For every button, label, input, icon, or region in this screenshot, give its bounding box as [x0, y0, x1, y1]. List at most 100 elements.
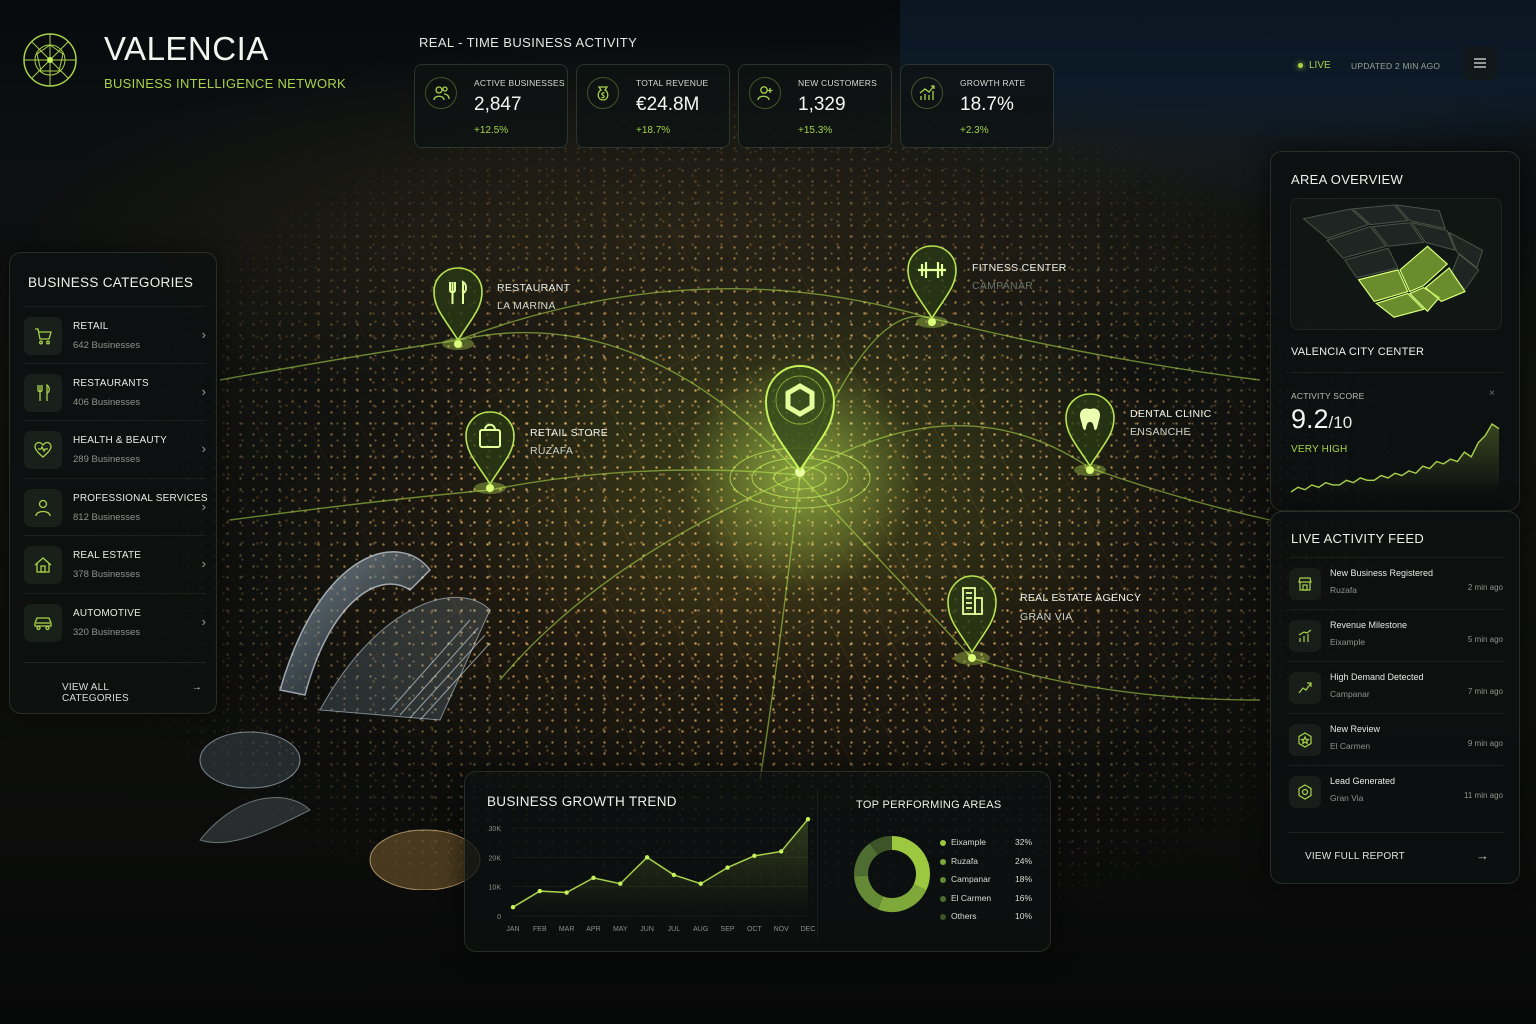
map-pin-central-hub[interactable] — [760, 360, 840, 480]
kpi-new-customers[interactable]: NEW CUSTOMERS 1,329 +15.3% — [738, 64, 892, 148]
data-point — [591, 875, 596, 881]
menu-button[interactable] — [1463, 46, 1497, 80]
top-areas-title: TOP PERFORMING AREAS — [856, 799, 1002, 811]
feed-item[interactable]: New Review El Carmen 9 min ago — [1289, 713, 1503, 765]
legend-value: 16% — [1014, 892, 1032, 903]
close-icon[interactable]: × — [1489, 388, 1495, 399]
kpi-total-revenue[interactable]: TOTAL REVENUE €24.8M +18.7% — [576, 64, 730, 148]
legend-value: 24% — [1014, 855, 1032, 866]
y-tick-label: 30K — [489, 826, 502, 833]
feed-item-time: 5 min ago — [1467, 635, 1503, 644]
category-count: 289 Businesses — [73, 454, 141, 465]
category-retail[interactable]: RETAIL 642 Businesses › — [24, 306, 206, 362]
chevron-right-icon: › — [201, 556, 206, 571]
pin-area: GRAN VIA — [1020, 611, 1073, 623]
categories-title: BUSINESS CATEGORIES — [28, 275, 194, 290]
legend-label: El Carmen — [951, 892, 992, 903]
pin-area: LA MARINA — [497, 300, 556, 312]
target-icon — [1289, 776, 1321, 808]
cart-icon — [24, 317, 62, 355]
businesses-icon — [425, 77, 457, 109]
donut-slice — [878, 883, 927, 912]
x-tick-label: APR — [586, 926, 600, 933]
view-all-label: VIEW ALL CATEGORIES — [62, 682, 129, 704]
business-growth-panel: BUSINESS GROWTH TREND 0 10K 20K 30K JAN FEB M… — [464, 771, 1051, 952]
x-tick-label: MAR — [559, 926, 575, 933]
legend-dot — [940, 877, 946, 883]
app-subtitle: BUSINESS INTELLIGENCE NETWORK — [104, 76, 347, 91]
kpi-label: TOTAL REVENUE — [636, 78, 709, 88]
kpi-delta: +12.5% — [474, 125, 509, 136]
category-automotive[interactable]: AUTOMOTIVE 320 Businesses › — [24, 593, 206, 649]
realtime-title: REAL - TIME BUSINESS ACTIVITY — [419, 35, 638, 50]
category-count: 320 Businesses — [73, 627, 141, 638]
pin-title: DENTAL CLINIC — [1130, 408, 1212, 420]
category-health-beauty[interactable]: HEALTH & BEAUTY 289 Businesses › — [24, 420, 206, 476]
feed-item[interactable]: High Demand Detected Campanar 7 min ago — [1289, 661, 1503, 713]
map-pin-fitness-center[interactable] — [904, 240, 960, 332]
map-pin-dental-clinic[interactable] — [1062, 388, 1118, 480]
divider — [1289, 832, 1503, 833]
category-real-estate[interactable]: REAL ESTATE 378 Businesses › — [24, 535, 206, 591]
category-professional-services[interactable]: PROFESSIONAL SERVICES 812 Businesses › — [24, 478, 208, 534]
kpi-active-businesses[interactable]: ACTIVE BUSINESSES 2,847 +12.5% — [414, 64, 568, 148]
x-tick-label: DEC — [801, 926, 816, 933]
feed-item-title: High Demand Detected — [1330, 672, 1424, 682]
data-point — [510, 905, 516, 910]
category-restaurants[interactable]: RESTAURANTS 406 Businesses › — [24, 363, 206, 419]
x-tick-label: JUL — [668, 926, 681, 933]
x-tick-label: SEP — [721, 926, 735, 933]
view-all-categories-link[interactable]: VIEW ALL CATEGORIES → — [62, 682, 202, 704]
legend-label: Others — [951, 911, 977, 921]
category-name: RESTAURANTS — [73, 378, 149, 389]
kpi-growth-rate[interactable]: GROWTH RATE 18.7% +2.3% — [900, 64, 1054, 148]
heart-icon — [24, 431, 62, 469]
growth-chart-title: BUSINESS GROWTH TREND — [487, 794, 677, 809]
pin-title: FITNESS CENTER — [972, 262, 1067, 274]
chevron-right-icon: › — [201, 384, 206, 399]
feed-item-title: New Business Registered — [1330, 568, 1434, 578]
feed-item-place: El Carmen — [1330, 741, 1371, 751]
legend-value: 32% — [1014, 837, 1032, 847]
kpi-label: GROWTH RATE — [960, 78, 1026, 88]
legend-dot — [940, 840, 946, 846]
feed-item[interactable]: Lead Generated Gran Via 11 min ago — [1289, 765, 1503, 817]
activity-level: VERY HIGH — [1291, 444, 1348, 455]
top-areas-donut-chart — [854, 836, 930, 912]
x-tick-label: OCT — [747, 926, 763, 933]
car-icon — [24, 604, 62, 642]
category-name: REAL ESTATE — [73, 550, 142, 561]
feed-item-time: 11 min ago — [1464, 791, 1503, 800]
map-pin-restaurant[interactable] — [430, 262, 486, 354]
data-point — [671, 872, 677, 878]
view-full-report-link[interactable]: VIEW FULL REPORT — [1305, 851, 1405, 862]
pin-area: RUZAFA — [530, 445, 574, 457]
feed-item-time: 7 min ago — [1467, 687, 1503, 696]
kpi-label: ACTIVE BUSINESSES — [474, 78, 565, 88]
category-count: 642 Businesses — [73, 340, 141, 351]
x-tick-label: JUN — [640, 926, 654, 933]
divider — [24, 662, 206, 663]
legend-item: Others 10% — [940, 911, 1032, 925]
store-icon — [1289, 568, 1321, 600]
growth-line-chart: 0 10K 20K 30K JAN FEB MAR APR MAY JUN JUL AUG SEP OC… — [489, 817, 816, 933]
feed-item[interactable]: Revenue Milestone Eixample 5 min ago — [1289, 609, 1503, 661]
live-dot-icon — [1298, 63, 1303, 68]
legend-item: Eixample 32% — [940, 837, 1032, 851]
live-indicator: LIVE — [1298, 60, 1331, 71]
data-point — [752, 853, 757, 859]
legend-item: Ruzafa 24% — [940, 856, 1032, 870]
area-overview-title: AREA OVERVIEW — [1291, 172, 1404, 187]
live-activity-feed-panel: LIVE ACTIVITY FEED New Business Register… — [1270, 511, 1520, 884]
map-pin-real-estate-agency[interactable] — [944, 572, 1000, 668]
arrow-right-icon[interactable]: → — [1476, 848, 1489, 863]
area-3d-map[interactable] — [1290, 198, 1502, 330]
data-point — [644, 855, 650, 860]
person-icon — [24, 489, 62, 527]
customers-icon — [749, 77, 781, 109]
map-pin-retail-store[interactable] — [462, 406, 518, 498]
feed-item[interactable]: New Business Registered Ruzafa 2 min ago — [1289, 557, 1503, 609]
category-count: 406 Businesses — [73, 397, 141, 408]
live-label: LIVE — [1309, 60, 1331, 71]
legend-dot — [940, 914, 946, 920]
